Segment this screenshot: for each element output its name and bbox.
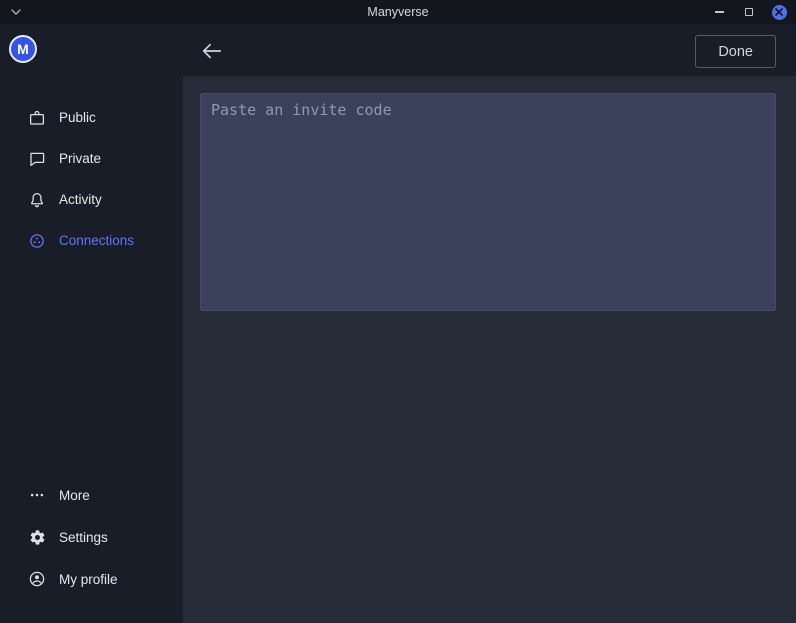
settings-gear-icon — [28, 528, 46, 546]
sidebar-item-label: Activity — [59, 192, 102, 207]
profile-icon — [28, 570, 46, 588]
done-button[interactable]: Done — [695, 35, 776, 68]
minimize-button[interactable] — [710, 3, 728, 21]
manyverse-logo: M — [9, 35, 37, 63]
manyverse-window: Manyverse M Done — [0, 0, 796, 623]
window-controls — [710, 0, 788, 24]
close-button[interactable] — [770, 3, 788, 21]
public-icon — [28, 109, 46, 127]
sidebar-item-label: More — [59, 488, 90, 503]
sidebar-bottom-nav: More Settings My profile — [0, 474, 183, 600]
restore-button[interactable] — [740, 3, 758, 21]
restore-icon — [745, 8, 753, 16]
sidebar-item-my-profile[interactable]: My profile — [0, 558, 183, 600]
logo-letter: M — [17, 41, 29, 57]
window-title: Manyverse — [0, 5, 796, 19]
sidebar-item-settings[interactable]: Settings — [0, 516, 183, 558]
invite-code-input[interactable] — [200, 93, 776, 311]
chevron-down-icon — [11, 9, 21, 15]
back-button[interactable] — [198, 37, 226, 65]
sidebar-nav: Public Private Activity Connections — [0, 97, 183, 261]
more-dots-icon — [28, 486, 46, 504]
sidebar: Public Private Activity Connections — [0, 76, 183, 623]
sidebar-item-public[interactable]: Public — [0, 97, 183, 138]
sidebar-item-label: My profile — [59, 572, 118, 587]
sidebar-item-label: Public — [59, 110, 96, 125]
connections-swarm-icon — [28, 232, 46, 250]
invite-content-area — [183, 76, 796, 623]
sidebar-item-label: Settings — [59, 530, 108, 545]
back-arrow-icon — [201, 42, 223, 60]
sidebar-item-connections[interactable]: Connections — [0, 220, 183, 261]
sidebar-item-more[interactable]: More — [0, 474, 183, 516]
private-messages-icon — [28, 150, 46, 168]
sidebar-item-label: Private — [59, 151, 101, 166]
minimize-icon — [715, 11, 724, 13]
window-menu-button[interactable] — [9, 5, 23, 19]
app-header: M Done — [0, 24, 796, 76]
activity-bell-icon — [28, 191, 46, 209]
sidebar-item-activity[interactable]: Activity — [0, 179, 183, 220]
sidebar-item-private[interactable]: Private — [0, 138, 183, 179]
close-icon — [772, 5, 787, 20]
titlebar: Manyverse — [0, 0, 796, 24]
sidebar-item-label: Connections — [59, 233, 134, 248]
